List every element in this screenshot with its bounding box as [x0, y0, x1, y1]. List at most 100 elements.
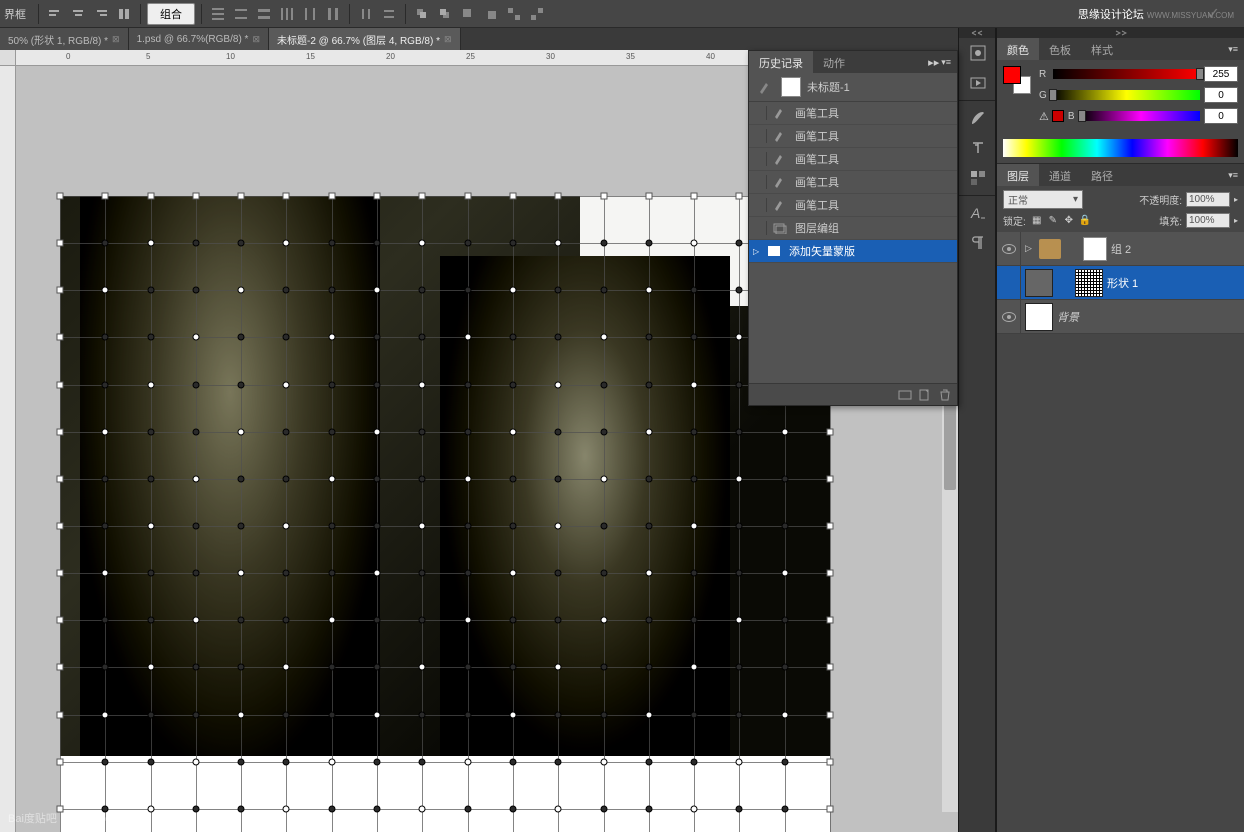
- align-icon-2[interactable]: [68, 4, 88, 24]
- layer-row-group[interactable]: ▷ 组 2: [997, 232, 1244, 266]
- align-icon-1[interactable]: [45, 4, 65, 24]
- tab-color[interactable]: 颜色: [997, 38, 1039, 60]
- visibility-toggle[interactable]: [997, 232, 1021, 265]
- tab-history[interactable]: 历史记录: [749, 51, 813, 73]
- r-input[interactable]: [1204, 66, 1238, 82]
- history-item[interactable]: 画笔工具: [749, 125, 957, 148]
- layer-thumb[interactable]: [1025, 303, 1053, 331]
- slider-thumb[interactable]: [1049, 89, 1057, 101]
- lock-label: 锁定:: [1003, 213, 1026, 228]
- tab-layers[interactable]: 图层: [997, 164, 1039, 186]
- doc-tab-2[interactable]: 未标题-2 @ 66.7% (图层 4, RGB/8) *⊠: [269, 28, 461, 50]
- lock-pixels-icon[interactable]: ✎: [1046, 214, 1060, 228]
- g-input[interactable]: [1204, 87, 1238, 103]
- layer-row-shape[interactable]: 形状 1: [997, 266, 1244, 300]
- lock-position-icon[interactable]: ✥: [1062, 214, 1076, 228]
- options-bar: 界框 组合 ✓: [0, 0, 1244, 28]
- panel-menu-icon[interactable]: ▸▸ ▾≡: [922, 51, 957, 73]
- doc-tab-1[interactable]: 1.psd @ 66.7%(RGB/8) *⊠: [129, 28, 269, 50]
- lock-transparency-icon[interactable]: ▦: [1030, 214, 1044, 228]
- layer-thumb[interactable]: [1025, 269, 1053, 297]
- tab-styles[interactable]: 样式: [1081, 38, 1123, 60]
- fg-bg-swatch[interactable]: [1003, 66, 1031, 94]
- history-item[interactable]: ▷添加矢量蒙版: [749, 240, 957, 263]
- close-icon[interactable]: ⊠: [444, 34, 452, 45]
- ruler-mark: 25: [466, 52, 475, 61]
- type-icon[interactable]: A: [959, 198, 997, 228]
- history-item[interactable]: 画笔工具: [749, 148, 957, 171]
- lock-all-icon[interactable]: 🔒: [1078, 214, 1092, 228]
- snapshot-icon[interactable]: [897, 388, 913, 402]
- distribute-icon-4[interactable]: [277, 4, 297, 24]
- history-item[interactable]: 画笔工具: [749, 171, 957, 194]
- dock-expand-icon[interactable]: [959, 28, 995, 38]
- distribute-icon-2[interactable]: [231, 4, 251, 24]
- distribute-icon-1[interactable]: [208, 4, 228, 24]
- close-icon[interactable]: ⊠: [252, 34, 260, 45]
- slider-thumb[interactable]: [1078, 110, 1086, 122]
- visibility-toggle[interactable]: [997, 266, 1021, 299]
- distribute-icon-5[interactable]: [300, 4, 320, 24]
- panels-collapse-icon[interactable]: [997, 28, 1244, 38]
- slider-thumb[interactable]: [1196, 68, 1204, 80]
- arrange-icon-2[interactable]: [435, 4, 455, 24]
- arrange-icon-1[interactable]: [412, 4, 432, 24]
- arrange-icon-3[interactable]: [458, 4, 478, 24]
- paragraph-icon[interactable]: [959, 228, 997, 258]
- slider-b[interactable]: [1082, 111, 1200, 121]
- layer-row-background[interactable]: 背景: [997, 300, 1244, 334]
- fg-color-swatch[interactable]: [1003, 66, 1021, 84]
- align-icon-3[interactable]: [91, 4, 111, 24]
- navigator-icon[interactable]: [959, 38, 997, 68]
- panel-menu-icon[interactable]: ▾≡: [1222, 38, 1244, 60]
- gamut-warning[interactable]: ⚠: [1039, 110, 1064, 123]
- chevron-right-icon[interactable]: ▸: [1234, 216, 1238, 225]
- fill-input[interactable]: [1186, 213, 1230, 228]
- history-item[interactable]: 画笔工具: [749, 194, 957, 217]
- align-icon-4[interactable]: [114, 4, 134, 24]
- space-icon-2[interactable]: [379, 4, 399, 24]
- history-panel-tabs: 历史记录 动作 ▸▸ ▾≡: [749, 51, 957, 73]
- swatches-icon[interactable]: [959, 163, 997, 193]
- layers-panel: 图层 通道 路径 ▾≡ 正常▾ 不透明度: ▸ 锁定: ▦ ✎ ✥ 🔒 填充:: [997, 164, 1244, 334]
- disclosure-icon[interactable]: ▷: [1025, 243, 1035, 254]
- arrange-icon-5[interactable]: [504, 4, 524, 24]
- panel-menu-icon[interactable]: ▾≡: [1222, 164, 1244, 186]
- opacity-label: 不透明度:: [1139, 192, 1182, 207]
- history-document-row[interactable]: 未标题-1: [749, 73, 957, 102]
- slider-r[interactable]: [1053, 69, 1200, 79]
- brush-preset-icon[interactable]: [959, 103, 997, 133]
- color-spectrum[interactable]: [1003, 139, 1238, 157]
- divider: [405, 4, 406, 24]
- layer-name: 形状 1: [1107, 275, 1138, 291]
- tab-paths[interactable]: 路径: [1081, 164, 1123, 186]
- tab-actions[interactable]: 动作: [813, 51, 855, 73]
- vector-mask-thumb[interactable]: [1075, 269, 1103, 297]
- doc-tab-0[interactable]: 50% (形状 1, RGB/8) *⊠: [0, 28, 129, 50]
- trash-icon[interactable]: [937, 388, 953, 402]
- tab-channels[interactable]: 通道: [1039, 164, 1081, 186]
- group-button[interactable]: 组合: [147, 3, 195, 25]
- space-icon-1[interactable]: [356, 4, 376, 24]
- distribute-icon-3[interactable]: [254, 4, 274, 24]
- blend-mode-dropdown[interactable]: 正常▾: [1003, 190, 1083, 209]
- tab-swatches[interactable]: 色板: [1039, 38, 1081, 60]
- arrange-icon-4[interactable]: [481, 4, 501, 24]
- distribute-icon-6[interactable]: [323, 4, 343, 24]
- canvas[interactable]: [60, 196, 830, 832]
- playback-icon[interactable]: [959, 68, 997, 98]
- slider-g[interactable]: [1053, 90, 1200, 100]
- new-state-icon[interactable]: [917, 388, 933, 402]
- chevron-right-icon[interactable]: ▸: [1234, 195, 1238, 204]
- character-icon[interactable]: [959, 133, 997, 163]
- opacity-input[interactable]: [1186, 192, 1230, 207]
- ruler-vertical[interactable]: [0, 66, 16, 832]
- arrange-icon-6[interactable]: [527, 4, 547, 24]
- b-input[interactable]: [1204, 108, 1238, 124]
- history-item-label: 添加矢量蒙版: [789, 243, 855, 259]
- mask-thumb[interactable]: [1083, 237, 1107, 261]
- history-item[interactable]: 画笔工具: [749, 102, 957, 125]
- history-item[interactable]: 图层编组: [749, 217, 957, 240]
- close-icon[interactable]: ⊠: [112, 34, 120, 45]
- visibility-toggle[interactable]: [997, 300, 1021, 333]
